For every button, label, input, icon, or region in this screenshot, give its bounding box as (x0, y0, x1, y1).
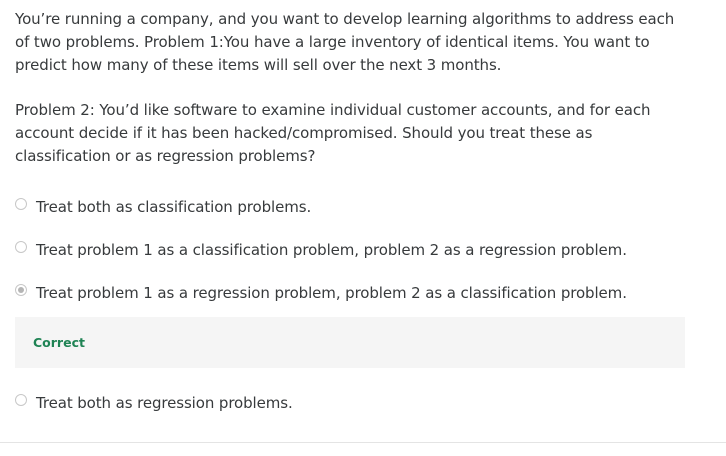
answer-option-3[interactable]: Treat problem 1 as a regression problem,… (15, 280, 695, 306)
divider (0, 442, 726, 443)
answer-option-label: Treat both as regression problems. (36, 394, 293, 412)
radio-button-option-4[interactable] (15, 394, 27, 406)
question-paragraph-2: Problem 2: You’d like software to examin… (15, 101, 651, 165)
radio-button-option-3-selected[interactable] (15, 284, 27, 296)
answer-option-1[interactable]: Treat both as classification problems. (15, 194, 695, 220)
feedback-box: Correct (15, 317, 685, 368)
answer-option-label: Treat problem 1 as a classification prob… (36, 241, 627, 259)
feedback-correct-label: Correct (33, 335, 85, 350)
radio-button-option-1[interactable] (15, 198, 27, 210)
radio-button-option-2[interactable] (15, 241, 27, 253)
answer-option-label: Treat problem 1 as a regression problem,… (36, 284, 627, 302)
question-paragraph-1: You’re running a company, and you want t… (15, 10, 675, 74)
question-text: You’re running a company, and you want t… (15, 8, 690, 168)
answer-option-label: Treat both as classification problems. (36, 198, 312, 216)
answer-option-4[interactable]: Treat both as regression problems. (15, 390, 695, 416)
answer-option-2[interactable]: Treat problem 1 as a classification prob… (15, 237, 695, 263)
